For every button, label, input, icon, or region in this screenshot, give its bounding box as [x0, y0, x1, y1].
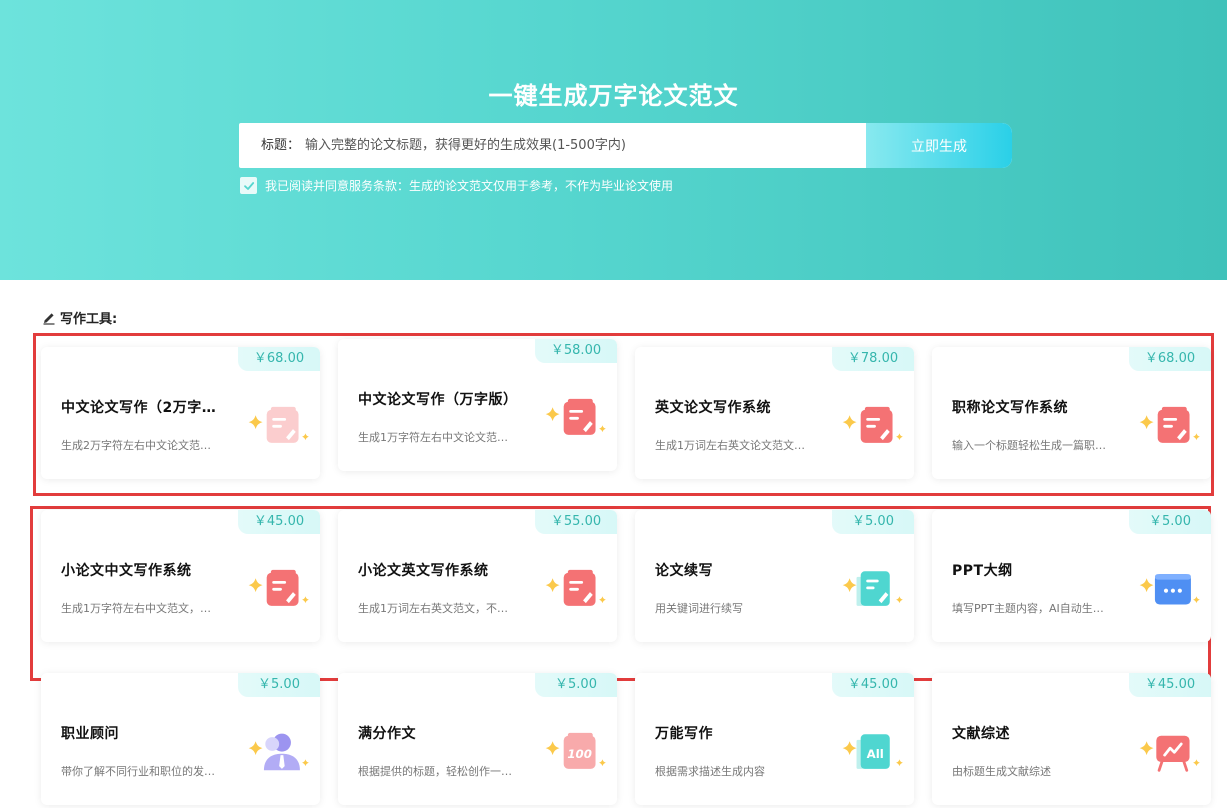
search-box: 标题： 立即生成	[239, 123, 1012, 168]
card-title: 万能写作	[655, 726, 713, 742]
card-description: 根据提供的标题，轻松创作一篇满分作文	[358, 765, 518, 778]
agreement-checkbox[interactable]	[240, 177, 257, 194]
price-tag: ￥45.00	[832, 673, 914, 697]
tools-section: 写作工具: ￥68.00 中文论文写作（2万字版） 生成2万字符左右中文论文范文，结…	[0, 280, 1227, 808]
price-tag: ￥5.00	[1129, 510, 1211, 534]
hero-banner: 一键生成万字论文范文 标题： 立即生成 我已阅读并同意服务条款：生成的论文范文仅…	[0, 0, 1227, 280]
card-description: 生成1万字符左右中文范文，结构完整	[61, 602, 221, 615]
price-tag: ￥45.00	[238, 510, 320, 534]
ppt-blue-icon	[1139, 574, 1200, 605]
card-description: 生成2万字符左右中文论文范文，结构完整	[61, 439, 221, 452]
price-tag: ￥45.00	[1129, 673, 1211, 697]
doc-teal-icon	[842, 571, 903, 606]
search-label: 标题：	[261, 138, 301, 153]
tool-card[interactable]: ￥78.00 英文论文写作系统生成1万词左右英文论文范文，结构完整	[635, 347, 914, 479]
doc-red-icon	[545, 398, 606, 435]
card-title: 小论文中文写作系统	[61, 563, 192, 579]
card-description: 根据需求描述生成内容	[655, 765, 765, 778]
card-description: 生成1万词左右英文论文范文，结构完整	[655, 439, 815, 452]
price-tag: ￥68.00	[238, 347, 320, 371]
doc-red-icon	[1139, 406, 1200, 443]
card-description: 生成1万字符左右中文论文范文，结构完整	[358, 431, 518, 444]
tool-card[interactable]: ￥5.00 PPT大纲填写PPT主题内容，AI自动生成大纲	[932, 510, 1211, 642]
section-title-text: 写作工具:	[60, 312, 118, 327]
tool-card[interactable]: ￥5.00 论文续写用关键词进行续写	[635, 510, 914, 642]
tool-card[interactable]: ￥45.00 小论文中文写作系统生成1万字符左右中文范文，结构完整	[41, 510, 320, 642]
price-tag: ￥78.00	[832, 347, 914, 371]
card-title: 英文论文写作系统	[655, 400, 771, 416]
pencil-icon	[43, 312, 55, 325]
card-description: 用关键词进行续写	[655, 602, 743, 615]
tool-card[interactable]: ￥68.00 中文论文写作（2万字版） 生成2万字符左右中文论文范文，结构完整	[41, 347, 320, 479]
tool-card[interactable]: ￥45.00 万能写作根据需求描述生成内容 All	[635, 673, 914, 805]
tool-card[interactable]: ￥5.00 职业顾问带你了解不同行业和职位的发展前景	[41, 673, 320, 805]
svg-text:100: 100	[567, 747, 592, 761]
agreement-row: 我已阅读并同意服务条款：生成的论文范文仅用于参考，不作为毕业论文使用	[240, 177, 673, 194]
doc-red-icon	[248, 569, 309, 606]
card-title: 中文论文写作（万字版）	[358, 392, 518, 408]
card-title: 小论文英文写作系统	[358, 563, 489, 579]
doc-red-icon	[842, 406, 903, 443]
doc-red-faded-icon	[248, 406, 309, 443]
card-title: 文献综述	[952, 726, 1010, 742]
tool-card[interactable]: ￥45.00 文献综述由标题生成文献综述	[932, 673, 1211, 805]
section-title: 写作工具:	[42, 308, 117, 327]
doc-red-icon	[545, 569, 606, 606]
price-tag: ￥68.00	[1129, 347, 1211, 371]
hero-title: 一键生成万字论文范文	[488, 82, 739, 110]
card-title: 论文续写	[655, 563, 713, 579]
price-tag: ￥5.00	[535, 673, 617, 697]
tool-card[interactable]: ￥68.00 职称论文写作系统输入一个标题轻松生成一篇职称论文范文	[932, 347, 1211, 479]
tool-card[interactable]: ￥5.00 满分作文根据提供的标题，轻松创作一篇满分作文 100	[338, 673, 617, 805]
board-chart-icon	[1139, 735, 1200, 772]
check-icon	[243, 181, 254, 190]
price-tag: ￥5.00	[832, 510, 914, 534]
agreement-text[interactable]: 我已阅读并同意服务条款：生成的论文范文仅用于参考，不作为毕业论文使用	[265, 177, 673, 194]
card-title: 满分作文	[358, 726, 416, 742]
price-tag: ￥55.00	[535, 510, 617, 534]
card-description: 生成1万词左右英文范文，不限专业	[358, 602, 518, 615]
card-description: 填写PPT主题内容，AI自动生成大纲	[952, 602, 1112, 615]
card-title: 职业顾问	[61, 726, 119, 742]
card-description: 输入一个标题轻松生成一篇职称论文范文	[952, 439, 1112, 452]
advisor-person-icon	[248, 733, 309, 771]
title-input[interactable]	[305, 123, 866, 168]
price-tag: ￥58.00	[535, 339, 617, 363]
card-description: 带你了解不同行业和职位的发展前景	[61, 765, 221, 778]
price-tag: ￥5.00	[238, 673, 320, 697]
generate-button[interactable]: 立即生成	[866, 123, 1012, 168]
score-100-icon: 100	[545, 732, 606, 769]
tool-card[interactable]: ￥55.00 小论文英文写作系统生成1万词左右英文范文，不限专业	[338, 510, 617, 642]
card-title: PPT大纲	[952, 563, 1013, 579]
svg-text:All: All	[867, 747, 884, 761]
card-title: 职称论文写作系统	[952, 400, 1068, 416]
card-title: 中文论文写作（2万字版）	[61, 400, 226, 416]
tool-card[interactable]: ￥58.00 中文论文写作（万字版） 生成1万字符左右中文论文范文，结构完整	[338, 339, 617, 471]
all-doc-icon: All	[842, 734, 903, 769]
card-description: 由标题生成文献综述	[952, 765, 1051, 778]
